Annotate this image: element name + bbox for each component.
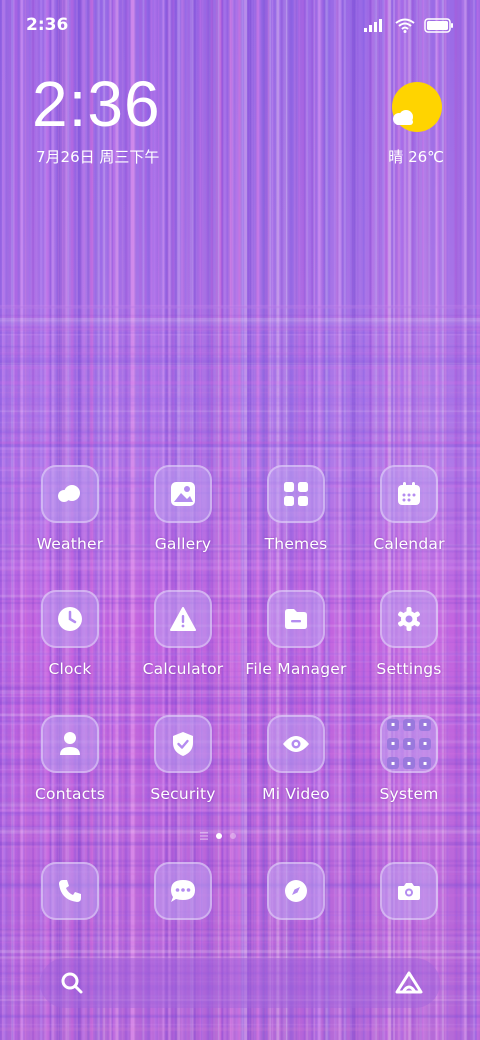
app-label: Calculator (142, 660, 224, 678)
settings-icon (398, 607, 420, 631)
clock-widget-time[interactable]: 2:36 (32, 72, 161, 136)
app-label: Weather (36, 535, 104, 553)
app-label: Clock (48, 660, 92, 678)
app-clock[interactable]: Clock (15, 590, 125, 690)
status-icons (364, 15, 454, 35)
signal-icon (364, 19, 382, 32)
folder-mini-icon: ▪ (419, 757, 431, 770)
mi-video-icon (283, 736, 309, 752)
app-calculator[interactable]: Calculator (128, 590, 238, 690)
app-file-manager[interactable]: File Manager (241, 590, 351, 690)
app-mi-video[interactable]: Mi Video (241, 715, 351, 815)
calendar-icon (398, 482, 420, 505)
dock-messages[interactable] (128, 862, 238, 924)
app-tile (380, 590, 438, 648)
clock-widget-date: 7月26日 周三下午 (36, 148, 160, 166)
app-label: Security (150, 785, 216, 803)
app-tile (41, 590, 99, 648)
app-tile (380, 465, 438, 523)
battery-icon (424, 17, 453, 33)
app-tile (154, 590, 212, 648)
folder-mini-icon: ▪ (403, 757, 415, 770)
app-tile (154, 465, 212, 523)
folder-mini-icon: ▪ (403, 718, 415, 731)
page-indicator[interactable] (200, 830, 250, 842)
folder-mini-icon: ▪ (403, 737, 415, 750)
feed-icon (200, 832, 208, 840)
file-manager-icon (285, 609, 307, 629)
folder-mini-icon: ▪ (419, 737, 431, 750)
phone-icon (59, 880, 81, 902)
app-label: System (379, 785, 439, 803)
dock-phone[interactable] (15, 862, 125, 924)
status-time: 2:36 (26, 15, 69, 35)
weather-widget[interactable] (386, 82, 446, 132)
clock-icon (58, 607, 82, 631)
app-folder-system[interactable]: ▪ ▪ ▪ ▪ ▪ ▪ ▪ ▪ ▪ System (354, 715, 464, 815)
app-label: Calendar (373, 535, 445, 553)
app-tile (267, 715, 325, 773)
app-tile (41, 715, 99, 773)
app-tile (380, 862, 438, 920)
weather-text: 晴 26℃ (388, 148, 444, 166)
app-label: File Manager (245, 660, 347, 678)
app-label: Mi Video (262, 785, 330, 803)
app-tile (267, 465, 325, 523)
folder-mini-icon: ▪ (387, 737, 399, 750)
page-dot (230, 833, 236, 839)
search-bar[interactable] (40, 958, 440, 1008)
app-settings[interactable]: Settings (354, 590, 464, 690)
gallery-icon (171, 482, 195, 506)
app-tile (41, 862, 99, 920)
folder-mini-icon: ▪ (387, 718, 399, 731)
folder-icon: ▪ ▪ ▪ ▪ ▪ ▪ ▪ ▪ ▪ (380, 715, 438, 773)
app-tile (267, 862, 325, 920)
app-contacts[interactable]: Contacts (15, 715, 125, 815)
calculator-icon (170, 607, 196, 631)
app-weather[interactable]: Weather (15, 465, 125, 565)
contacts-icon (60, 732, 80, 755)
camera-icon (398, 883, 420, 900)
wifi-icon (395, 18, 415, 33)
app-label: Contacts (35, 785, 105, 803)
dock-camera[interactable] (354, 862, 464, 924)
app-security[interactable]: Security (128, 715, 238, 815)
app-tile (154, 862, 212, 920)
app-label: Gallery (154, 535, 212, 553)
folder-mini-icon: ▪ (387, 757, 399, 770)
app-label: Themes (264, 535, 328, 553)
sun-cloud-icon (391, 82, 442, 132)
folder-mini-icon: ▪ (419, 718, 431, 731)
app-tile (267, 590, 325, 648)
app-tile (41, 465, 99, 523)
dock-browser[interactable] (241, 862, 351, 924)
security-icon (173, 732, 193, 756)
app-themes[interactable]: Themes (241, 465, 351, 565)
themes-icon (284, 482, 308, 506)
search-icon[interactable] (60, 971, 84, 995)
messages-icon (171, 880, 195, 902)
weather-icon (58, 485, 80, 502)
app-tile (154, 715, 212, 773)
app-calendar[interactable]: Calendar (354, 465, 464, 565)
assistant-icon[interactable] (394, 970, 424, 996)
app-gallery[interactable]: Gallery (128, 465, 238, 565)
app-label: Settings (376, 660, 442, 678)
browser-icon (285, 880, 307, 902)
page-dot-active (216, 833, 222, 839)
